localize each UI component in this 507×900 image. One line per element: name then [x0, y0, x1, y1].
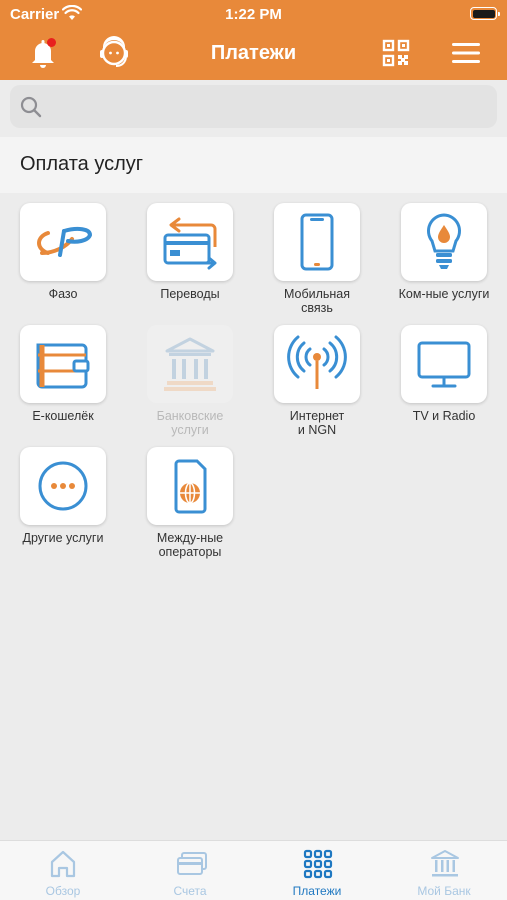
bank-icon — [431, 850, 459, 877]
search-icon — [20, 96, 42, 118]
tab-bar: Обзор Счета Платежи Мой Банк — [0, 840, 507, 900]
lightbulb-drop-icon — [427, 213, 461, 269]
tab-label: Счета — [173, 884, 207, 898]
service-label: Фазо — [48, 287, 78, 301]
service-tile[interactable] — [401, 203, 487, 281]
status-bar: Carrier 1:22 PM — [0, 0, 507, 28]
antenna-icon — [287, 335, 347, 389]
service-fazo[interactable]: Фазо — [8, 203, 118, 301]
service-label: Между-ные операторы — [156, 531, 224, 559]
grid-icon — [303, 849, 333, 879]
section-title: Оплата услуг — [20, 153, 144, 175]
service-other[interactable]: Другие услуги — [8, 447, 118, 545]
tab-accounts[interactable]: Счета — [127, 841, 253, 900]
service-internet[interactable]: Интернет и NGN — [262, 325, 372, 437]
service-banking[interactable]: Банковские услуги — [135, 325, 245, 437]
service-label: Другие услуги — [22, 531, 104, 545]
tab-label: Обзор — [45, 884, 81, 898]
service-label: Мобильная связь — [283, 287, 351, 315]
search-input[interactable] — [50, 85, 490, 128]
tab-my-bank[interactable]: Мой Банк — [381, 841, 507, 900]
service-tile[interactable] — [147, 447, 233, 525]
service-tile[interactable] — [147, 325, 233, 403]
service-tile[interactable] — [20, 203, 106, 281]
service-mobile[interactable]: Мобильная связь — [262, 203, 372, 315]
qr-code-icon[interactable] — [382, 39, 410, 67]
service-tile[interactable] — [401, 325, 487, 403]
service-tv-radio[interactable]: TV и Radio — [389, 325, 499, 423]
tv-icon — [417, 341, 471, 388]
tab-label: Мой Банк — [417, 884, 471, 898]
home-icon — [50, 850, 76, 878]
service-tile[interactable] — [274, 325, 360, 403]
service-label: Интернет и NGN — [289, 409, 345, 437]
service-ewallet[interactable]: E-кошелёк — [8, 325, 118, 423]
hamburger-menu-icon[interactable] — [452, 41, 480, 65]
section-header: Оплата услуг — [0, 137, 507, 193]
service-label: TV и Radio — [412, 409, 476, 423]
bank-icon — [164, 337, 216, 391]
service-label: Банковские услуги — [156, 409, 224, 437]
search-bar[interactable] — [10, 85, 497, 128]
mobile-phone-icon — [300, 213, 334, 271]
cards-icon — [177, 852, 207, 875]
service-label: Переводы — [160, 287, 220, 301]
wallet-icon — [36, 343, 90, 389]
service-label: E-кошелёк — [32, 409, 94, 423]
clock: 1:22 PM — [225, 6, 282, 23]
service-tile[interactable] — [20, 447, 106, 525]
tab-overview[interactable]: Обзор — [0, 841, 126, 900]
tab-label: Платежи — [292, 884, 342, 898]
sim-card-globe-icon — [174, 459, 207, 514]
page-title: Платежи — [210, 42, 297, 64]
more-dots-icon — [38, 461, 88, 511]
tab-payments[interactable]: Платежи — [254, 841, 380, 900]
service-transfers[interactable]: Переводы — [135, 203, 245, 301]
service-utilities[interactable]: Ком-ные услуги — [389, 203, 499, 301]
transfer-cards-icon — [163, 217, 217, 270]
service-intl-operators[interactable]: Между-ные операторы — [135, 447, 245, 559]
service-tile[interactable] — [20, 325, 106, 403]
service-label: Ком-ные услуги — [398, 287, 490, 301]
service-tile[interactable] — [147, 203, 233, 281]
service-tile[interactable] — [274, 203, 360, 281]
navigation-bar: Платежи — [0, 28, 507, 80]
battery-icon — [470, 7, 500, 20]
top-bar: Carrier 1:22 PM Платежи — [0, 0, 507, 80]
fazo-logo-icon — [37, 226, 93, 257]
